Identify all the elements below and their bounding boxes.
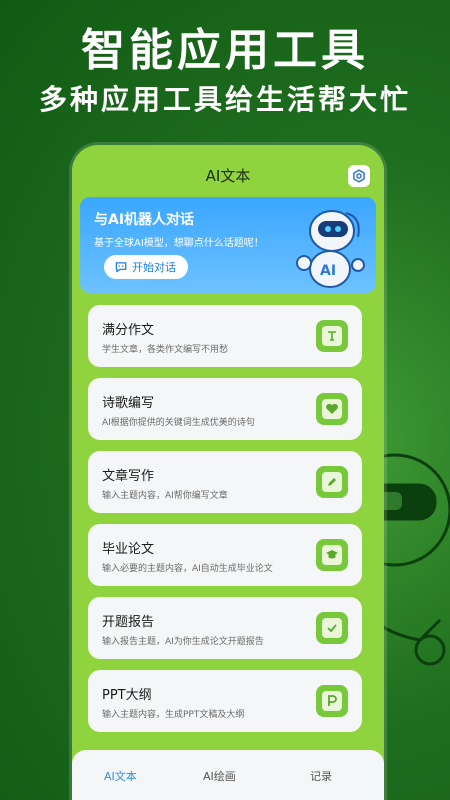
tab-ai-drawing[interactable]: AI绘画 xyxy=(203,768,236,784)
card-title: 毕业论文 xyxy=(102,542,155,557)
robot-illustration: AI xyxy=(296,210,365,288)
card-desc: 输入主题内容，AI帮你编写文章 xyxy=(102,491,228,501)
check-doc-icon xyxy=(316,612,348,644)
app-title: AI文本 xyxy=(205,167,251,185)
card-desc: 输入必要的主题内容，AI自动生成毕业论文 xyxy=(102,564,273,574)
card-title: 文章写作 xyxy=(102,469,155,484)
ppt-icon xyxy=(316,685,348,717)
card-desc: 输入主题内容，生成PPT文稿及大纲 xyxy=(102,710,245,720)
start-chat-label: 开始对话 xyxy=(132,261,176,274)
settings-button[interactable] xyxy=(348,165,370,187)
card-desc: 输入报告主题，AI为你生成论文开题报告 xyxy=(102,637,264,647)
card-ppt[interactable]: PPT大纲 输入主题内容，生成PPT文稿及大纲 xyxy=(88,670,362,732)
graduation-cap-icon xyxy=(316,539,348,571)
heart-icon xyxy=(316,393,348,425)
tab-records[interactable]: 记录 xyxy=(310,768,332,784)
tab-ai-text[interactable]: AI文本 xyxy=(104,768,137,784)
robot-badge-text: AI xyxy=(320,263,336,279)
card-title: 开题报告 xyxy=(102,615,155,630)
hero-title: 智能应用工具 xyxy=(81,25,369,76)
gear-icon xyxy=(353,169,365,183)
card-desc: AI根据你提供的关键词生成优美的诗句 xyxy=(102,418,255,428)
card-title: PPT大纲 xyxy=(102,688,152,703)
banner-description: 基于全球AI模型，想聊点什么话题呢！ xyxy=(94,238,264,249)
bottom-tabbar: AI文本 AI绘画 记录 xyxy=(72,750,384,800)
hero-subtitle: 多种应用工具给生活帮大忙 xyxy=(38,83,411,116)
app-topbar: AI文本 xyxy=(72,145,384,203)
card-title: 满分作文 xyxy=(102,323,155,338)
card-proposal[interactable]: 开题报告 输入报告主题，AI为你生成论文开题报告 xyxy=(88,597,362,659)
card-thesis[interactable]: 毕业论文 输入必要的主题内容，AI自动生成毕业论文 xyxy=(88,524,362,586)
card-article[interactable]: 文章写作 输入主题内容，AI帮你编写文章 xyxy=(88,451,362,513)
chat-banner[interactable]: 与AI机器人对话 基于全球AI模型，想聊点什么话题呢！ 开始对话 AI xyxy=(80,197,376,293)
text-icon xyxy=(316,320,348,352)
banner-title: 与AI机器人对话 xyxy=(94,212,195,228)
card-desc: 学生文章，各类作文编写不用愁 xyxy=(102,345,229,355)
card-poetry[interactable]: 诗歌编写 AI根据你提供的关键词生成优美的诗句 xyxy=(88,378,362,440)
phone-mockup: AI文本 与AI机器人对话 基于全球AI模型，想聊点什么话题呢！ 开始对话 AI… xyxy=(72,145,384,800)
pencil-icon xyxy=(316,466,348,498)
chat-bubble-icon xyxy=(115,262,127,273)
card-title: 诗歌编写 xyxy=(102,396,155,411)
card-essay[interactable]: 满分作文 学生文章，各类作文编写不用愁 xyxy=(88,305,362,367)
start-chat-button[interactable]: 开始对话 xyxy=(104,255,188,279)
